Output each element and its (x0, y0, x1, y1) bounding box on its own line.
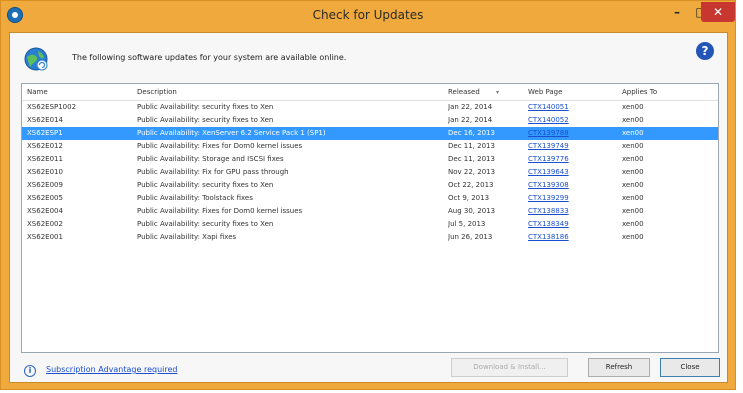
close-window-button[interactable]: ✕ (701, 2, 735, 22)
table-header: Name Description Released ▾ Web Page App… (22, 84, 718, 101)
table-row[interactable]: XS62E011 Public Availability: Storage an… (22, 153, 718, 166)
row-applies-to: xen00 (622, 129, 644, 137)
minimize-button[interactable]: – (665, 2, 689, 22)
row-web-page-link[interactable]: CTX138833 (528, 205, 569, 218)
table-row[interactable]: XS62E005 Public Availability: Toolstack … (22, 192, 718, 205)
row-applies-to: xen00 (622, 233, 644, 241)
refresh-button[interactable]: Refresh (588, 358, 650, 377)
close-button[interactable]: Close (660, 358, 720, 377)
column-header-released-label: Released (448, 88, 480, 96)
row-released: Jun 26, 2013 (448, 233, 493, 241)
row-name: XS62E014 (27, 116, 63, 124)
download-install-button[interactable]: Download & Install... (451, 358, 568, 377)
row-name: XS62E009 (27, 181, 63, 189)
row-description: Public Availability: Xapi fixes (137, 233, 237, 241)
column-header-released[interactable]: Released ▾ (448, 84, 499, 100)
row-name: XS62E002 (27, 220, 63, 228)
row-applies-to: xen00 (622, 207, 644, 215)
column-header-name[interactable]: Name (27, 84, 48, 100)
check-for-updates-window: Check for Updates – □ ✕ The following so… (0, 0, 736, 390)
row-released: Jan 22, 2014 (448, 116, 493, 124)
row-name: XS62E005 (27, 194, 63, 202)
row-applies-to: xen00 (622, 220, 644, 228)
table-row[interactable]: XS62E009 Public Availability: security f… (22, 179, 718, 192)
row-description: Public Availability: Fixes for Dom0 kern… (137, 207, 303, 215)
row-applies-to: xen00 (622, 103, 644, 111)
row-description: Public Availability: security fixes to X… (137, 220, 274, 228)
row-released: Aug 30, 2013 (448, 207, 496, 215)
info-icon: i (24, 365, 36, 377)
row-description: Public Availability: XenServer 6.2 Servi… (137, 129, 326, 137)
row-web-page-link[interactable]: CTX140052 (528, 114, 569, 127)
table-row[interactable]: XS62E012 Public Availability: Fixes for … (22, 140, 718, 153)
row-released: Oct 9, 2013 (448, 194, 490, 202)
row-web-page-link[interactable]: CTX139776 (528, 153, 569, 166)
row-description: Public Availability: security fixes to X… (137, 103, 274, 111)
row-released: Dec 11, 2013 (448, 142, 495, 150)
dialog-content: The following software updates for your … (9, 32, 728, 383)
row-name: XS62E010 (27, 168, 63, 176)
row-description: Public Availability: Toolstack fixes (137, 194, 253, 202)
column-header-applies-to[interactable]: Applies To (622, 84, 657, 100)
table-row[interactable]: XS62E002 Public Availability: security f… (22, 218, 718, 231)
row-applies-to: xen00 (622, 142, 644, 150)
row-web-page-link[interactable]: CTX139749 (528, 140, 569, 153)
row-web-page-link[interactable]: CTX139643 (528, 166, 569, 179)
row-description: Public Availability: Fix for GPU pass th… (137, 168, 289, 176)
globe-update-icon (24, 47, 48, 71)
row-released: Dec 11, 2013 (448, 155, 495, 163)
row-web-page-link[interactable]: CTX139788 (528, 127, 569, 140)
row-description: Public Availability: Fixes for Dom0 kern… (137, 142, 303, 150)
row-name: XS62E004 (27, 207, 63, 215)
row-released: Jan 22, 2014 (448, 103, 493, 111)
row-released: Nov 22, 2013 (448, 168, 496, 176)
row-web-page-link[interactable]: CTX140051 (528, 101, 569, 114)
table-row[interactable]: XS62E014 Public Availability: security f… (22, 114, 718, 127)
row-web-page-link[interactable]: CTX139299 (528, 192, 569, 205)
column-header-description[interactable]: Description (137, 84, 437, 100)
row-name: XS62E012 (27, 142, 63, 150)
row-name: XS62E001 (27, 233, 63, 241)
row-released: Oct 22, 2013 (448, 181, 494, 189)
row-released: Jul 5, 2013 (448, 220, 486, 228)
window-title: Check for Updates (312, 8, 424, 22)
row-name: XS62ESP1002 (27, 103, 77, 111)
table-row[interactable]: XS62E004 Public Availability: Fixes for … (22, 205, 718, 218)
column-header-web-page[interactable]: Web Page (528, 84, 562, 100)
header-message: The following software updates for your … (72, 53, 347, 62)
row-applies-to: xen00 (622, 116, 644, 124)
row-name: XS62E011 (27, 155, 63, 163)
table-row[interactable]: XS62E001 Public Availability: Xapi fixes… (22, 231, 718, 244)
sort-descending-icon: ▾ (496, 89, 500, 96)
row-applies-to: xen00 (622, 155, 644, 163)
row-name: XS62ESP1 (27, 129, 63, 137)
subscription-advantage-link[interactable]: Subscription Advantage required (46, 365, 177, 374)
row-released: Dec 16, 2013 (448, 129, 495, 137)
row-description: Public Availability: security fixes to X… (137, 181, 274, 189)
row-web-page-link[interactable]: CTX138349 (528, 218, 569, 231)
row-applies-to: xen00 (622, 194, 644, 202)
row-description: Public Availability: Storage and ISCSI f… (137, 155, 284, 163)
row-web-page-link[interactable]: CTX139308 (528, 179, 569, 192)
table-row[interactable]: XS62E010 Public Availability: Fix for GP… (22, 166, 718, 179)
row-description: Public Availability: security fixes to X… (137, 116, 274, 124)
row-applies-to: xen00 (622, 181, 644, 189)
help-icon[interactable]: ? (696, 42, 714, 60)
row-web-page-link[interactable]: CTX138186 (528, 231, 569, 244)
table-row[interactable]: XS62ESP1002 Public Availability: securit… (22, 101, 718, 114)
row-applies-to: xen00 (622, 168, 644, 176)
title-bar[interactable]: Check for Updates – □ ✕ (1, 1, 735, 31)
table-row-selected[interactable]: XS62ESP1 Public Availability: XenServer … (22, 127, 718, 140)
updates-table[interactable]: Name Description Released ▾ Web Page App… (21, 83, 719, 353)
